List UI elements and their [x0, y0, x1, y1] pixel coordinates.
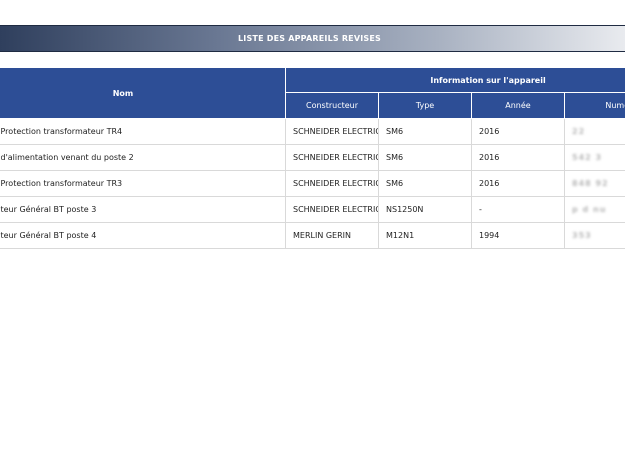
table-row: Protection transformateur TR3 SCHNEIDER … [0, 170, 625, 197]
cell-annee: 2016 [471, 144, 565, 171]
cell-nom: d'alimentation venant du poste 2 [0, 144, 286, 171]
cell-nom: Protection transformateur TR3 [0, 170, 286, 197]
table-row: teur Général BT poste 3 SCHNEIDER ELECTR… [0, 196, 625, 223]
column-header-constructeur: Constructeur [285, 92, 379, 119]
cell-type: SM6 [378, 170, 472, 197]
table-row: Protection transformateur TR4 SCHNEIDER … [0, 118, 625, 145]
cell-annee: 2016 [471, 170, 565, 197]
cell-numero: 848 92 [564, 170, 625, 197]
cell-numero: 542 3 [564, 144, 625, 171]
cell-type: M12N1 [378, 222, 472, 249]
cell-constructeur: SCHNEIDER ELECTRIC [285, 144, 379, 171]
column-header-type: Type [378, 92, 472, 119]
table-row: d'alimentation venant du poste 2 SCHNEID… [0, 144, 625, 171]
cell-type: SM6 [378, 144, 472, 171]
cell-numero: 353 [564, 222, 625, 249]
cell-numero: p d nu [564, 196, 625, 223]
cell-constructeur: SCHNEIDER ELECTRIC [285, 170, 379, 197]
cell-numero: 22 [564, 118, 625, 145]
page: LISTE DES APPAREILS REVISES Nom Informat… [0, 0, 625, 468]
cell-type: SM6 [378, 118, 472, 145]
column-group-header-info: Information sur l'appareil [284, 67, 625, 93]
cell-annee: - [471, 196, 565, 223]
cell-constructeur: MERLIN GERIN [285, 222, 379, 249]
redacted-serial: 353 [572, 231, 592, 240]
header-row-1: Nom Information sur l'appareil [0, 67, 625, 119]
cell-annee: 1994 [471, 222, 565, 249]
cell-annee: 2016 [471, 118, 565, 145]
cell-constructeur: SCHNEIDER ELECTRIC [285, 196, 379, 223]
devices-table: Nom Information sur l'appareil Construct… [0, 67, 625, 249]
redacted-serial: 22 [572, 127, 586, 136]
cell-constructeur: SCHNEIDER ELECTRIC [285, 118, 379, 145]
redacted-serial: 542 3 [572, 153, 603, 162]
column-header-annee: Année [471, 92, 565, 119]
table-row: teur Général BT poste 4 MERLIN GERIN M12… [0, 222, 625, 249]
redacted-serial: 848 92 [572, 179, 609, 188]
redacted-serial: p d nu [572, 205, 607, 214]
cell-nom: Protection transformateur TR4 [0, 118, 286, 145]
cell-type: NS1250N [378, 196, 472, 223]
column-header-numero: Numéro de [563, 92, 625, 119]
title-banner: LISTE DES APPAREILS REVISES [0, 25, 625, 52]
column-header-nom: Nom [0, 67, 286, 119]
cell-nom: teur Général BT poste 3 [0, 196, 286, 223]
page-title: LISTE DES APPAREILS REVISES [238, 34, 381, 43]
cell-nom: teur Général BT poste 4 [0, 222, 286, 249]
